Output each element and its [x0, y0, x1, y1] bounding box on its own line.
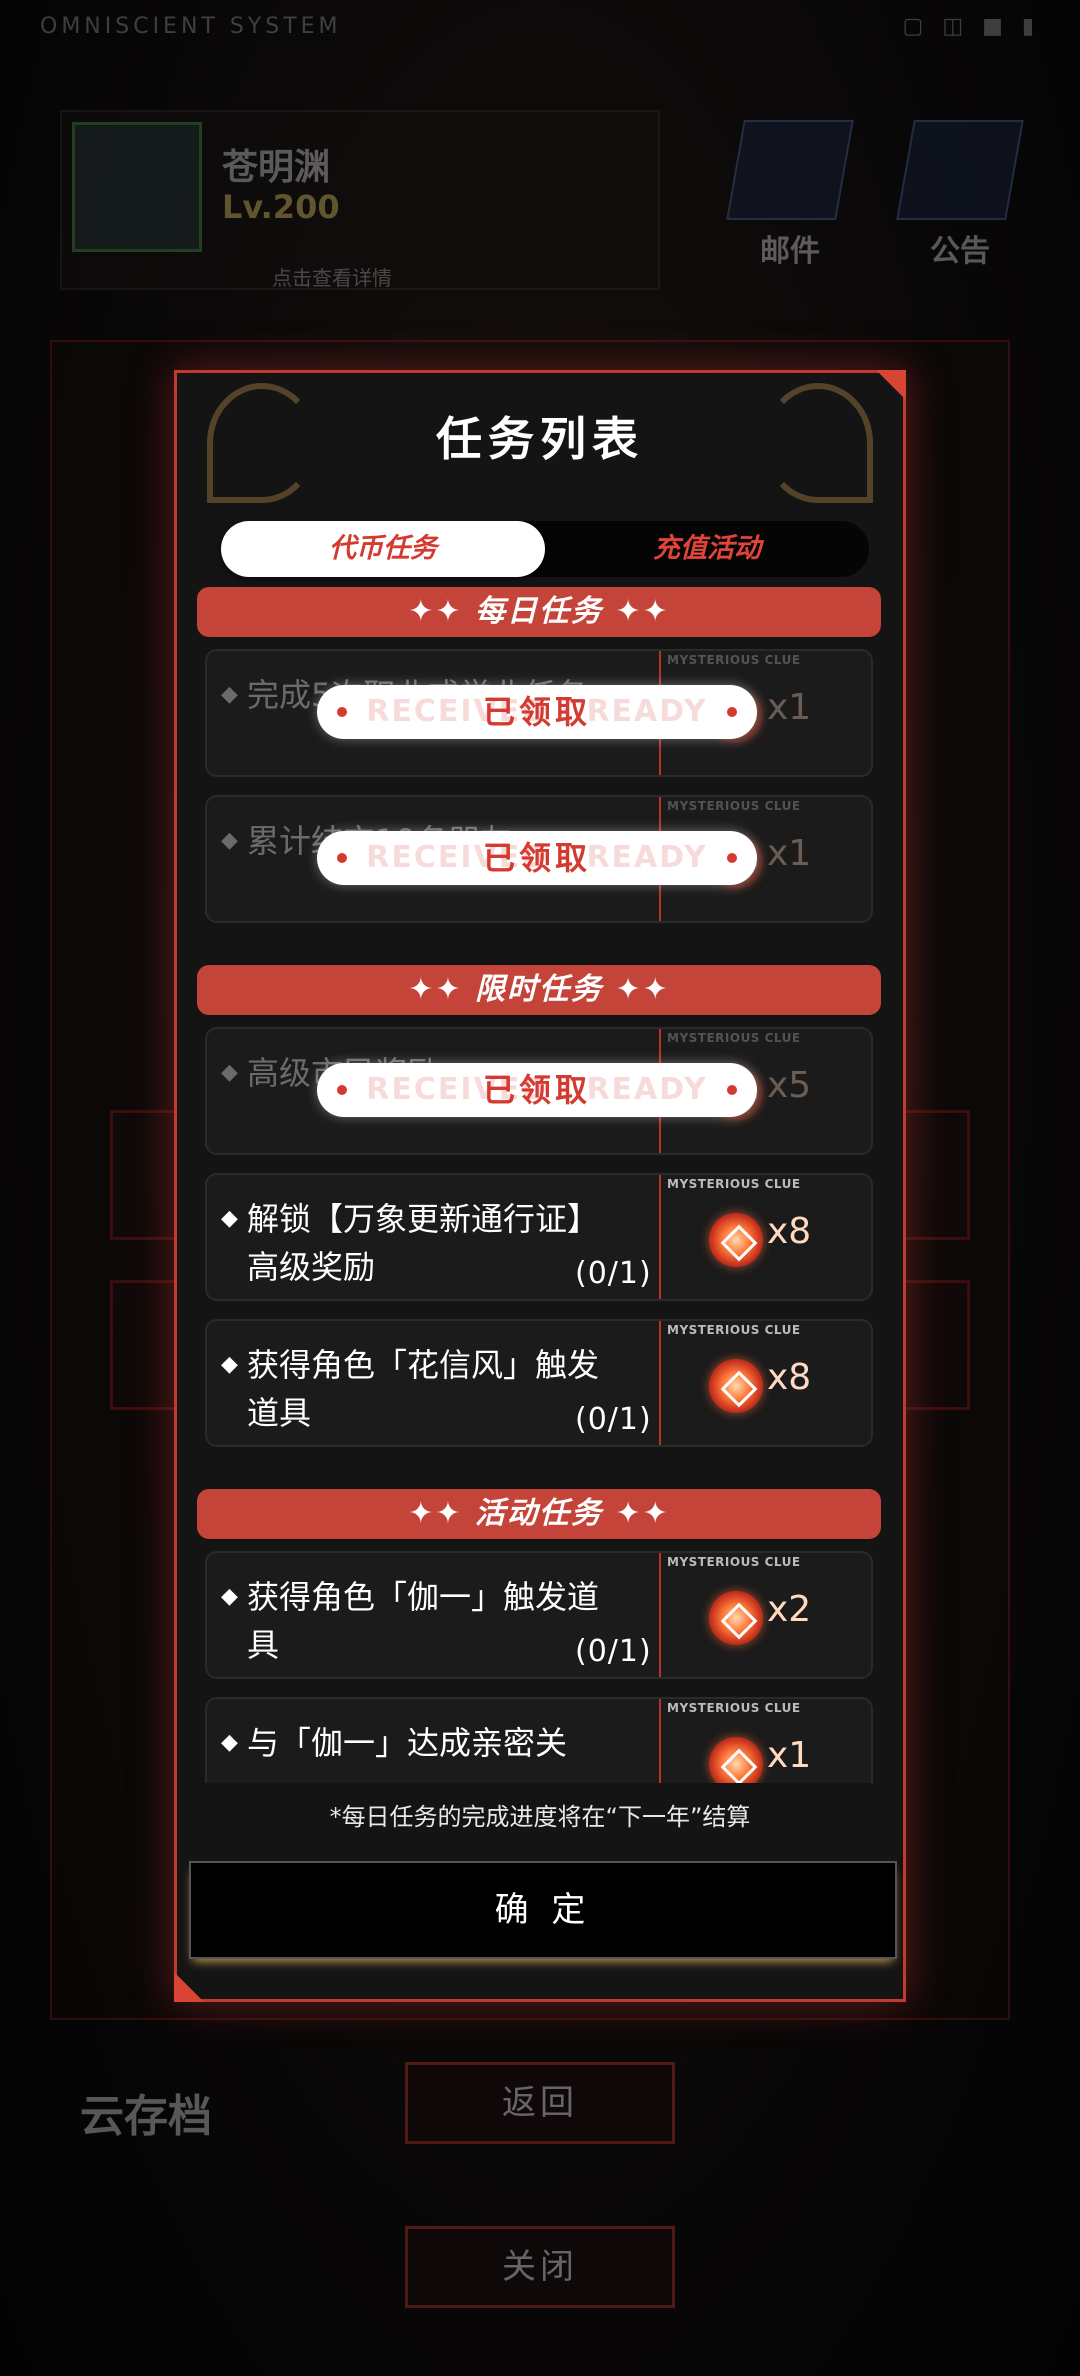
reward-quantity: x1 — [767, 1735, 812, 1776]
reward-quantity: x8 — [767, 1211, 812, 1252]
claimed-badge: RECEIVED · READY 已领取 — [317, 1063, 757, 1117]
reward-quantity: x5 — [767, 1065, 812, 1106]
claimed-label: 已领取 — [482, 839, 591, 877]
task-item: ◆累计结交10名朋友 MYSTERIOUS CLUE x1 RECEIVED ·… — [205, 795, 873, 923]
claimed-badge: RECEIVED · READY 已领取 — [317, 685, 757, 739]
back-button[interactable]: 返回 — [405, 2062, 675, 2144]
settlement-note: *每日任务的完成进度将在“下一年”结算 — [329, 1803, 751, 1831]
task-reward: MYSTERIOUS CLUE x8 — [661, 1321, 871, 1445]
reward-label: MYSTERIOUS CLUE — [667, 1323, 801, 1337]
claimed-badge: RECEIVED · READY 已领取 — [317, 831, 757, 885]
player-detail-link[interactable]: 点击查看详情 — [272, 262, 392, 291]
status-bar: OMNISCIENT SYSTEM ▢ ◫ ■ ▮ — [0, 0, 1080, 56]
confirm-button[interactable]: 确 定 — [189, 1861, 897, 1959]
reward-label: MYSTERIOUS CLUE — [667, 1555, 801, 1569]
tab-bar: 代币任务 充值活动 — [221, 521, 869, 577]
player-name: 苍明渊 — [222, 147, 331, 188]
reward-quantity: x2 — [767, 1589, 812, 1630]
task-reward: MYSTERIOUS CLUE x8 — [661, 1175, 871, 1299]
task-item[interactable]: ◆ 解锁【万象更新通行证】高级奖励 (0/1) MYSTERIOUS CLUE x… — [205, 1173, 873, 1301]
tab-recharge-activities[interactable]: 充值活动 — [545, 521, 869, 577]
task-item: ◆高级市民奖励 MYSTERIOUS CLUE x5 RECEIVED · RE… — [205, 1027, 873, 1155]
reward-label: MYSTERIOUS CLUE — [667, 1177, 801, 1191]
app-brand: OMNISCIENT SYSTEM — [40, 14, 342, 39]
reward-quantity: x1 — [767, 833, 812, 874]
avatar — [72, 122, 202, 252]
player-profile-card[interactable]: 苍明渊 Lv.200 点击查看详情 — [60, 110, 660, 290]
reward-quantity: x1 — [767, 687, 812, 728]
task-reward: MYSTERIOUS CLUE x2 — [661, 1553, 871, 1677]
screen: OMNISCIENT SYSTEM ▢ ◫ ■ ▮ 苍明渊 Lv.200 点击查… — [0, 0, 1080, 2376]
close-button[interactable]: 关闭 — [405, 2226, 675, 2308]
modal-title: 任务列表 — [436, 412, 644, 466]
task-progress: (0/1) — [575, 1634, 652, 1669]
status-icons: ▢ ◫ ■ ▮ — [902, 14, 1040, 39]
task-item[interactable]: ◆ 获得角色「伽一」触发道具 (0/1) MYSTERIOUS CLUE x2 — [205, 1551, 873, 1679]
task-scroll-list[interactable]: ✦✦ 每日任务 ✦✦ ◆完成5次职业或学业任务 MYSTERIOUS CLUE … — [197, 587, 889, 1783]
clue-coin-icon — [709, 1359, 763, 1413]
task-progress: (0/1) — [575, 1256, 652, 1291]
section-header-limited: ✦✦ 限时任务 ✦✦ — [197, 965, 881, 1015]
corner-decoration — [174, 1972, 204, 2002]
cloud-save-label[interactable]: 云存档 — [80, 2080, 212, 2144]
notice-label: 公告 — [930, 234, 990, 269]
clue-coin-icon — [709, 1591, 763, 1645]
section-header-daily: ✦✦ 每日任务 ✦✦ — [197, 587, 881, 637]
task-progress: (0/1) — [575, 1402, 652, 1437]
reward-label: MYSTERIOUS CLUE — [667, 1031, 801, 1045]
task-list-modal: 任务列表 代币任务 充值活动 ✦✦ 每日任务 ✦✦ ◆完成5次职业或学业任务 M… — [174, 370, 906, 2002]
tab-token-tasks[interactable]: 代币任务 — [221, 521, 545, 577]
claimed-label: 已领取 — [482, 1071, 591, 1109]
mail-icon — [726, 120, 854, 220]
corner-decoration — [876, 370, 906, 400]
reward-label: MYSTERIOUS CLUE — [667, 653, 801, 667]
claimed-label: 已领取 — [482, 693, 591, 731]
mail-label: 邮件 — [760, 234, 820, 269]
reward-quantity: x8 — [767, 1357, 812, 1398]
reward-label: MYSTERIOUS CLUE — [667, 1701, 801, 1715]
task-reward: MYSTERIOUS CLUE x1 — [661, 1699, 871, 1783]
section-header-event: ✦✦ 活动任务 ✦✦ — [197, 1489, 881, 1539]
task-description: ◆ 与「伽一」达成亲密关 — [221, 1724, 568, 1762]
notice-button[interactable]: 公告 — [890, 120, 1030, 270]
clue-coin-icon — [709, 1737, 763, 1783]
player-level: Lv.200 — [222, 188, 340, 226]
mail-button[interactable]: 邮件 — [720, 120, 860, 270]
task-item[interactable]: ◆ 获得角色「花信风」触发道具 (0/1) MYSTERIOUS CLUE x8 — [205, 1319, 873, 1447]
task-item: ◆完成5次职业或学业任务 MYSTERIOUS CLUE x1 RECEIVED… — [205, 649, 873, 777]
megaphone-icon — [896, 120, 1024, 220]
reward-label: MYSTERIOUS CLUE — [667, 799, 801, 813]
clue-coin-icon — [709, 1213, 763, 1267]
task-item[interactable]: ◆ 与「伽一」达成亲密关 MYSTERIOUS CLUE x1 — [205, 1697, 873, 1783]
